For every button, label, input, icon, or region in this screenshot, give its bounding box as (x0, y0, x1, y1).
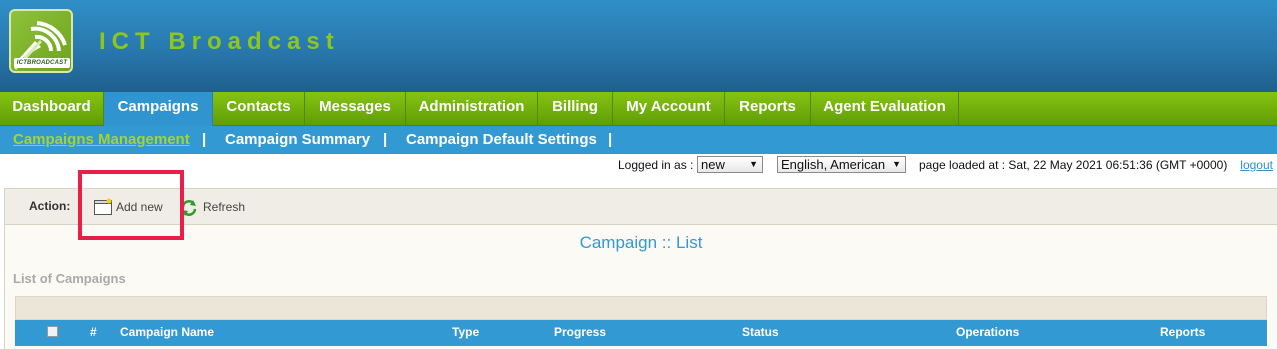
action-label: Action: (29, 199, 71, 213)
logged-in-label: Logged in as : (618, 158, 694, 172)
select-all-checkbox[interactable] (47, 326, 58, 337)
refresh-button[interactable]: Refresh (179, 197, 251, 217)
add-new-label: Add new (116, 200, 163, 214)
tab-my-account[interactable]: My Account (613, 92, 725, 126)
tab-billing[interactable]: Billing (538, 92, 613, 126)
page-title: Campaign :: List (579, 233, 703, 252)
content-panel: Action: Add new Refresh Campaign :: List… (4, 188, 1277, 349)
refresh-icon (181, 200, 197, 216)
tab-campaigns[interactable]: Campaigns (104, 92, 213, 126)
subnav-campaigns-management[interactable]: Campaigns Management (13, 131, 190, 148)
column-status[interactable]: Status (742, 325, 779, 339)
column-reports: Reports (1160, 325, 1206, 339)
action-bar: Action: Add new Refresh (5, 189, 1277, 225)
list-heading: List of Campaigns (13, 271, 126, 286)
subnav-campaign-summary[interactable]: Campaign Summary (225, 131, 370, 148)
column-number: # (90, 325, 97, 339)
logout-link[interactable]: logout (1240, 158, 1273, 172)
tab-dashboard[interactable]: Dashboard (0, 92, 104, 126)
user-select[interactable]: new ▼ (697, 156, 763, 173)
user-select-value: new (701, 157, 725, 172)
tab-messages[interactable]: Messages (305, 92, 406, 126)
column-operations: Operations (956, 325, 1020, 339)
app-header: ICTBROADCAST ICT Broadcast (0, 0, 1277, 92)
status-bar: Logged in as : new ▼ English, American ▼… (0, 154, 1277, 176)
sub-nav: Campaigns Management | Campaign Summary … (0, 126, 1277, 154)
main-nav: Dashboard Campaigns Contacts Messages Ad… (0, 92, 1277, 126)
table-header: # Campaign Name Type Progress Status Ope… (15, 320, 1267, 346)
app-logo[interactable]: ICTBROADCAST (9, 9, 73, 73)
language-select[interactable]: English, American ▼ (777, 156, 906, 173)
dropdown-arrow-icon: ▼ (892, 159, 901, 169)
tab-agent-evaluation[interactable]: Agent Evaluation (811, 92, 959, 126)
column-type[interactable]: Type (452, 325, 479, 339)
page-loaded-text: page loaded at : Sat, 22 May 2021 06:51:… (919, 158, 1228, 172)
subnav-separator: | (383, 131, 388, 148)
subnav-separator: | (608, 131, 613, 148)
refresh-label: Refresh (203, 200, 246, 214)
new-document-icon (94, 198, 112, 215)
table-toolbar (15, 296, 1267, 320)
language-select-value: English, American (781, 157, 886, 172)
column-campaign-name[interactable]: Campaign Name (120, 325, 214, 339)
dropdown-arrow-icon: ▼ (749, 159, 758, 169)
subnav-separator: | (202, 131, 207, 148)
logo-text: ICTBROADCAST (14, 58, 70, 68)
tab-administration[interactable]: Administration (406, 92, 538, 126)
column-progress: Progress (554, 325, 607, 339)
add-new-button[interactable]: Add new (93, 197, 169, 217)
subnav-campaign-default-settings[interactable]: Campaign Default Settings (406, 131, 597, 148)
tab-contacts[interactable]: Contacts (213, 92, 305, 126)
brand-title: ICT Broadcast (99, 28, 340, 55)
tab-reports[interactable]: Reports (725, 92, 811, 126)
